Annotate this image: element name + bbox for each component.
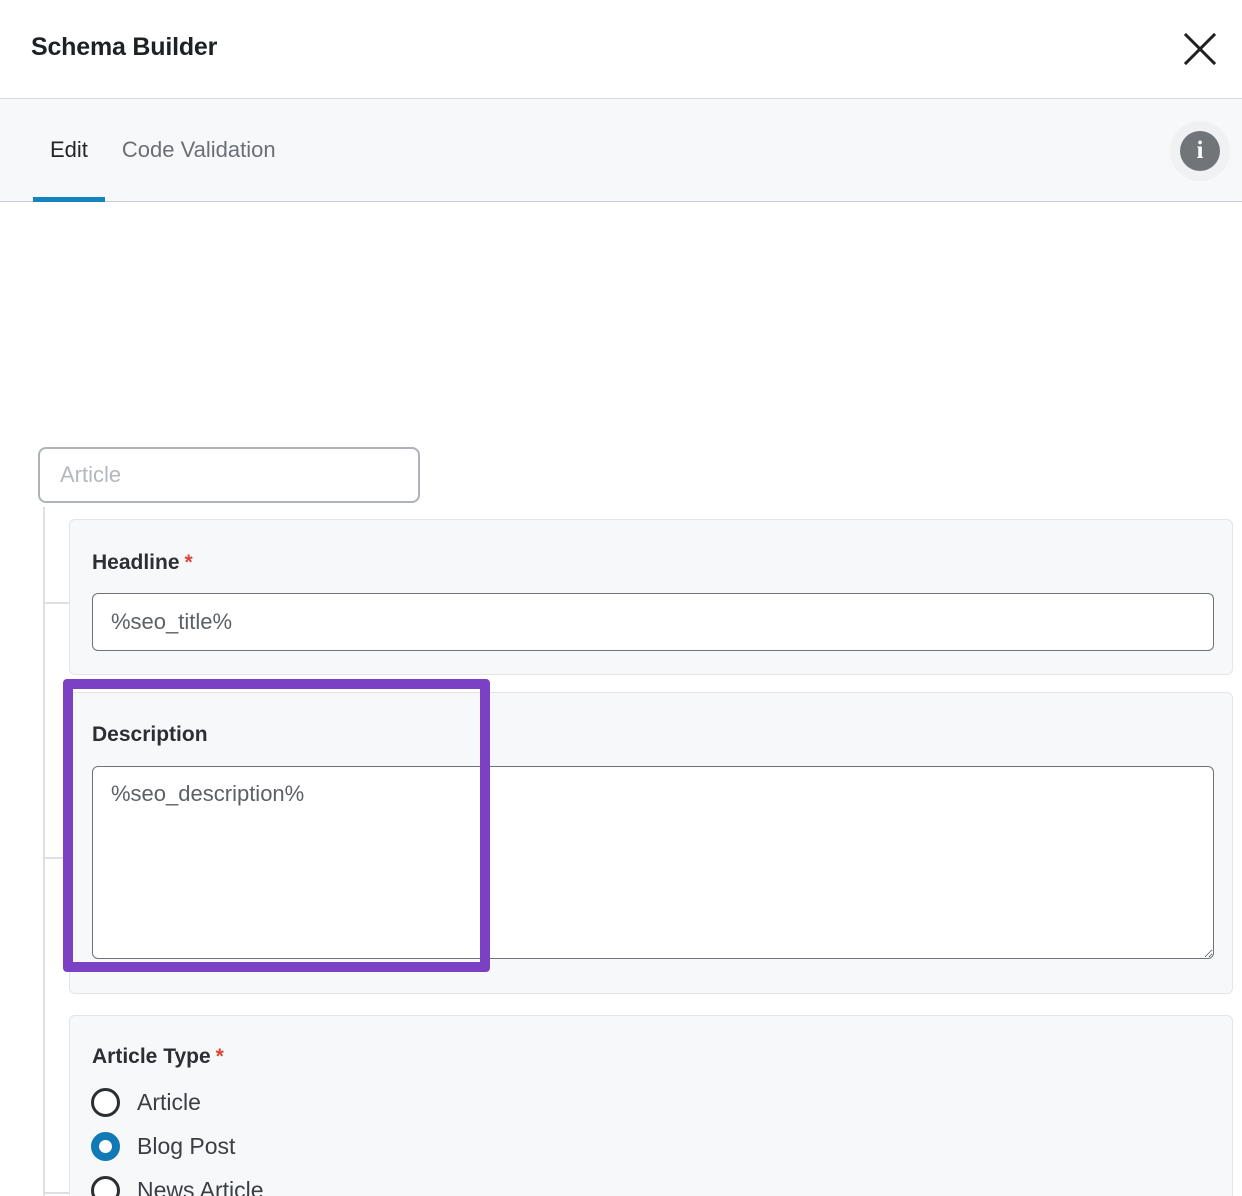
page-title: Schema Builder	[31, 33, 218, 61]
field-label-headline-wrap: Headline *	[92, 551, 193, 575]
radio-option-blog-post[interactable]: Blog Post	[91, 1124, 264, 1168]
radio-label-news-article: News Article	[137, 1176, 264, 1196]
radio-icon-unselected	[91, 1175, 120, 1196]
tree-stub-article-type	[43, 1192, 69, 1194]
radio-option-article[interactable]: Article	[91, 1080, 264, 1124]
modal-header: Schema Builder	[0, 0, 1242, 99]
radio-group-article-type: Article Blog Post News Article	[91, 1080, 264, 1196]
tree-trunk-line	[43, 507, 45, 1196]
radio-label-blog-post: Blog Post	[137, 1132, 236, 1159]
field-label-description: Description	[92, 723, 208, 746]
root-type-input[interactable]	[38, 447, 420, 503]
radio-option-news-article[interactable]: News Article	[91, 1168, 264, 1196]
required-marker-article-type: *	[215, 1045, 224, 1068]
field-card-description: Description %seo_description%	[69, 692, 1233, 994]
close-button[interactable]	[1171, 20, 1229, 78]
info-button[interactable]: i	[1170, 121, 1230, 181]
radio-icon-unselected	[91, 1087, 120, 1117]
tree-stub-description	[43, 857, 69, 859]
required-marker-headline: *	[184, 551, 193, 574]
tree-stub-headline	[43, 602, 69, 604]
schema-builder-body: Headline* Description %seo_description% …	[0, 202, 1242, 1196]
field-label-article-type-wrap: Article Type *	[92, 1045, 224, 1069]
field-label-description-wrap: Description	[92, 724, 208, 746]
field-label-article-type: Article Type	[92, 1045, 211, 1068]
description-textarea[interactable]: %seo_description%	[92, 766, 1214, 959]
info-icon: i	[1180, 131, 1220, 171]
radio-label-article: Article	[137, 1088, 201, 1115]
tab-edit[interactable]: Edit	[33, 99, 105, 202]
field-card-headline: Headline *	[69, 519, 1233, 675]
radio-icon-selected	[91, 1131, 120, 1161]
tab-bar: Edit Code Validation i	[0, 99, 1242, 202]
tab-list: Edit Code Validation	[33, 99, 293, 202]
field-card-article-type: Article Type * Article Blog Post News Art…	[69, 1015, 1233, 1196]
headline-input[interactable]	[92, 593, 1214, 651]
field-label-headline: Headline	[92, 551, 180, 574]
tab-code-validation[interactable]: Code Validation	[105, 99, 293, 202]
close-icon	[1183, 32, 1217, 66]
